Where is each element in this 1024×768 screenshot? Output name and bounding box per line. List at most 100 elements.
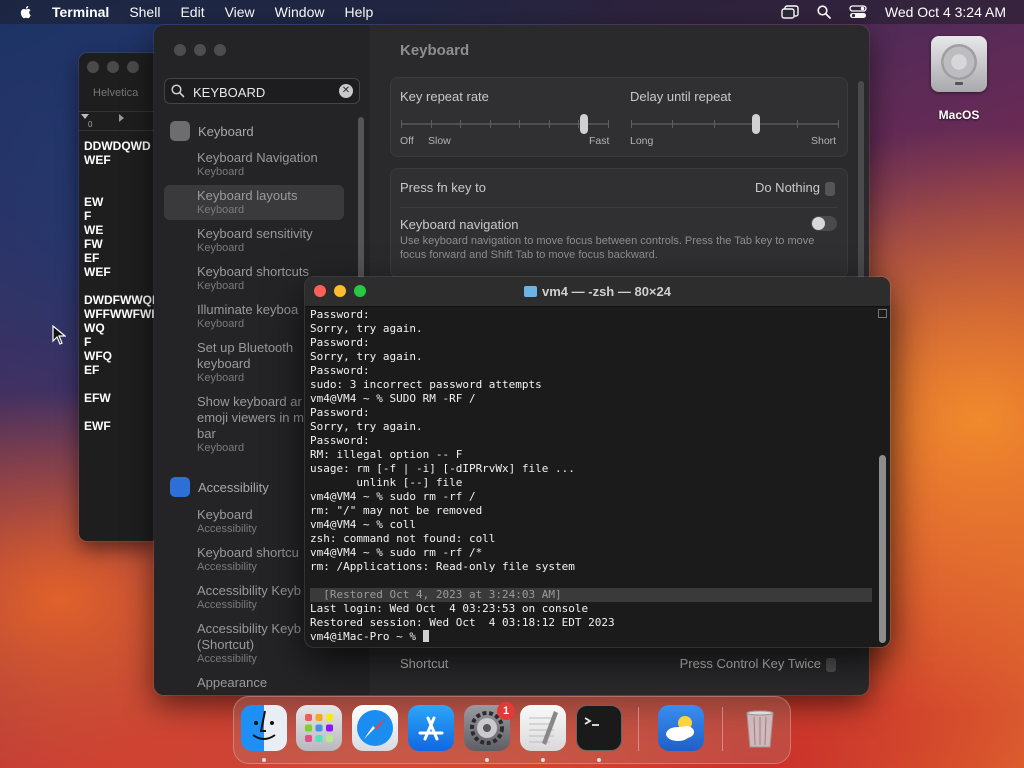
apple-icon[interactable] <box>18 4 34 20</box>
terminal-line-text: Restored session: Wed Oct 4 03:18:12 EDT… <box>310 616 615 629</box>
finder-icon <box>252 710 276 740</box>
textedit-ruler[interactable]: 0 <box>79 111 159 131</box>
section-keyboard-label: Keyboard <box>198 123 254 139</box>
settings-minimize-button[interactable] <box>194 44 206 56</box>
key-repeat-label: Key repeat rate <box>400 89 489 104</box>
terminal-line-text: Password: <box>310 406 370 419</box>
sidebar-result-item[interactable]: Appearance <box>197 675 347 691</box>
restored-banner-text: [Restored Oct 4, 2023 at 3:24:03 AM] <box>310 588 872 602</box>
slider-tick <box>549 120 550 128</box>
settings-search[interactable]: ✕ <box>164 78 360 104</box>
safari-compass-icon <box>357 710 393 746</box>
dock-launchpad[interactable] <box>296 705 342 751</box>
textedit-minimize-button[interactable] <box>107 61 119 73</box>
terminal-line-text: rm: /Applications: Read-only file system <box>310 560 575 573</box>
dock-textedit[interactable] <box>520 705 566 751</box>
dock-finder-running <box>262 758 266 762</box>
sidebar-scrollbar[interactable] <box>358 117 364 297</box>
sidebar-result-subtitle: Keyboard <box>197 166 245 178</box>
desktop-disk[interactable]: MacOS <box>928 36 990 122</box>
terminal-line-text: usage: rm [-f | -i] [-dIPRrvWx] file ... <box>310 462 575 475</box>
keyboard-navigation-label: Keyboard navigation <box>400 217 519 232</box>
dock-trash[interactable] <box>737 705 783 751</box>
textedit-zoom-button[interactable] <box>127 61 139 73</box>
terminal-line: Restored session: Wed Oct 4 03:18:12 EDT… <box>310 616 872 630</box>
split-pane-icon[interactable] <box>878 309 887 318</box>
settings-close-button[interactable] <box>174 44 186 56</box>
clear-search-icon[interactable]: ✕ <box>339 84 353 98</box>
textedit-close-button[interactable] <box>87 61 99 73</box>
stage-manager-icon[interactable] <box>781 5 799 19</box>
search-input[interactable] <box>191 82 335 102</box>
menu-shell[interactable]: Shell <box>129 4 160 20</box>
dock-weather[interactable] <box>658 705 704 751</box>
dock-safari[interactable] <box>352 705 398 751</box>
terminal-scrollbar[interactable] <box>878 309 887 643</box>
terminal-output[interactable]: Password: Sorry, try again. Password: Sorry… <box>310 308 872 644</box>
dock-finder[interactable] <box>241 705 287 751</box>
textedit-content[interactable]: DDWDQWD WEF EW F WE FW EF WEF DWDFWWQI WFFWWFWI WQ… <box>84 139 155 433</box>
key-repeat-off-label: Off <box>400 135 414 147</box>
slider-knob[interactable] <box>752 114 760 134</box>
terminal-line-text: Password: <box>310 364 370 377</box>
textedit-line <box>84 167 155 181</box>
menu-clock[interactable]: Wed Oct 4 3:24 AM <box>885 4 1006 20</box>
keyboard-navigation-toggle[interactable] <box>811 216 837 231</box>
terminal-cursor <box>422 630 429 642</box>
app-store-icon <box>418 716 444 741</box>
terminal-line: sudo: 3 incorrect password attempts <box>310 378 872 392</box>
menu-app-name[interactable]: Terminal <box>52 4 109 20</box>
slider-knob[interactable] <box>580 114 588 134</box>
fn-key-popup[interactable]: Do Nothing <box>755 180 835 196</box>
shortcut-popup[interactable]: Press Control Key Twice <box>680 656 836 672</box>
menu-view[interactable]: View <box>225 4 255 20</box>
sidebar-result-item[interactable]: Keyboard layouts Keyboard <box>164 185 344 220</box>
terminal-prompt-icon <box>584 717 599 726</box>
textedit-line: WEF <box>84 265 111 279</box>
terminal-line: vm4@VM4 ~ % sudo rm -rf /* <box>310 546 872 560</box>
menu-edit[interactable]: Edit <box>180 4 204 20</box>
terminal-line: Password: <box>310 434 872 448</box>
terminal-line-text: vm4@iMac-Pro ~ % <box>310 630 423 643</box>
spotlight-search-icon[interactable] <box>817 5 831 19</box>
sidebar-result-subtitle: Keyboard <box>197 242 245 254</box>
terminal-line-text: Password: <box>310 308 370 321</box>
textedit-line: WFFWWFWI <box>84 307 155 321</box>
textedit-line <box>84 279 155 293</box>
delay-repeat-long-label: Long <box>630 135 654 147</box>
sidebar-section-keyboard[interactable]: Keyboard <box>170 121 254 141</box>
terminal-line: rm: "/" may not be removed <box>310 504 872 518</box>
terminal-window[interactable]: vm4 — -zsh — 80×24 Password: Sorry, try a… <box>305 277 890 647</box>
delay-repeat-slider[interactable] <box>631 114 839 134</box>
dock-terminal[interactable] <box>576 705 622 751</box>
terminal-line-text: Last login: Wed Oct 4 03:23:53 on consol… <box>310 602 589 615</box>
terminal-line: Sorry, try again. <box>310 420 872 434</box>
textedit-window[interactable]: Helvetica 0 DDWDQWD WEF EW F WE FW EF WEF DWDFWW… <box>79 53 159 541</box>
menu-window[interactable]: Window <box>275 4 325 20</box>
slider-tick <box>460 120 461 128</box>
slider-tick <box>519 120 520 128</box>
key-repeat-slider[interactable] <box>401 114 609 134</box>
terminal-titlebar[interactable]: vm4 — -zsh — 80×24 <box>305 277 890 307</box>
terminal-scroll-thumb[interactable] <box>879 455 886 643</box>
textedit-line: F <box>84 335 92 349</box>
control-center-icon[interactable] <box>849 5 867 19</box>
weather-cloud-sun-icon <box>666 716 694 741</box>
terminal-line-text: vm4@VM4 ~ % sudo rm -rf /* <box>310 546 483 559</box>
sidebar-result-subtitle: Keyboard <box>197 204 245 216</box>
terminal-line: Password: <box>310 364 872 378</box>
sidebar-section-accessibility[interactable]: Accessibility <box>170 477 269 497</box>
keyboard-options-card: Press fn key to Do Nothing Keyboard navi… <box>390 168 848 278</box>
menu-help[interactable]: Help <box>344 4 373 20</box>
textedit-line: F <box>84 209 92 223</box>
sidebar-result-item[interactable]: Keyboard Navigation Keyboard <box>197 150 347 179</box>
terminal-line-text: Password: <box>310 434 370 447</box>
textedit-font-popup[interactable]: Helvetica <box>93 87 138 99</box>
delay-repeat-short-label: Short <box>811 135 837 147</box>
terminal-line-text: vm4@VM4 ~ % coll <box>310 518 416 531</box>
dock-app-store[interactable] <box>408 705 454 751</box>
sidebar-result-item[interactable]: Keyboard sensitivity Keyboard <box>197 226 347 255</box>
settings-zoom-button[interactable] <box>214 44 226 56</box>
chevron-up-down-icon <box>825 181 835 196</box>
system-settings-badge: 1 <box>497 702 515 720</box>
